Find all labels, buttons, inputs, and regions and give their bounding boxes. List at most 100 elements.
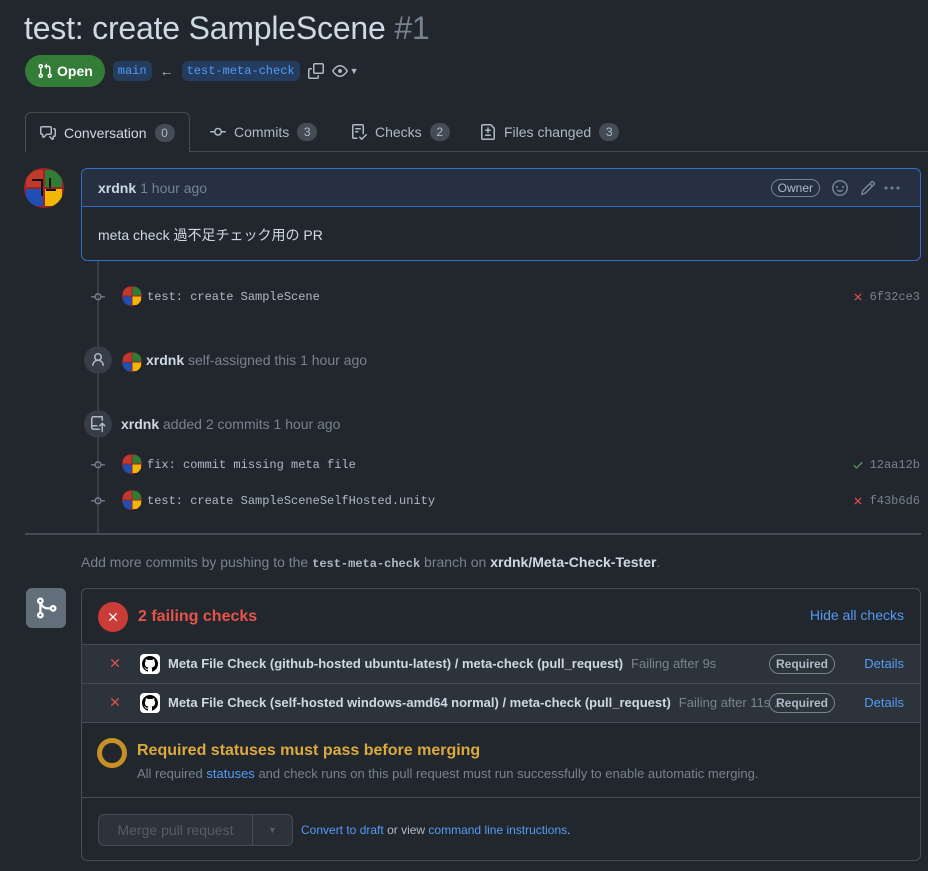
event-actor[interactable]: xrdnk — [121, 416, 159, 432]
push-hint: Add more commits by pushing to the test-… — [81, 554, 660, 571]
hint-branch: test-meta-check — [312, 557, 421, 571]
commit-sha-row: 6f32ce3 — [852, 290, 920, 304]
merge-pull-request-button[interactable]: Merge pull request — [99, 815, 253, 845]
comment-discussion-icon — [40, 125, 56, 140]
merge-dropdown-button[interactable]: ▼ — [253, 815, 292, 845]
file-diff-icon — [481, 124, 495, 140]
copy-icon[interactable] — [307, 63, 324, 79]
smiley-icon[interactable] — [832, 180, 848, 199]
kebab-horizontal-icon[interactable] — [884, 180, 900, 199]
git-merge-icon — [37, 597, 57, 619]
required-badge: Required — [769, 654, 836, 674]
head-branch[interactable]: test-meta-check — [181, 61, 300, 81]
pending-circle-icon — [97, 738, 127, 768]
statuses-link[interactable]: statuses — [206, 766, 254, 781]
hint-prefix: Add more commits by pushing to the — [81, 554, 309, 570]
merge-button-group: Merge pull request ▼ — [98, 814, 293, 846]
comment-box: xrdnk 1 hour ago Owner meta check 過不足チェッ… — [81, 168, 921, 261]
commit-icon — [91, 461, 105, 469]
checks-summary: 2 failing checks Hide all checks — [82, 589, 920, 645]
state-label: Open — [57, 63, 93, 79]
commit-icon — [91, 293, 105, 301]
tab-counter: 3 — [297, 123, 318, 141]
person-badge — [84, 346, 112, 374]
commit-sha[interactable]: 12aa12b — [870, 458, 920, 472]
hint-middle: branch on — [424, 554, 487, 570]
timeline-divider — [25, 533, 921, 535]
comment-body: meta check 過不足チェック用の PR — [98, 227, 323, 243]
chevron-down-icon: ▼ — [349, 66, 359, 76]
commit-sha-row: f43b6d6 — [852, 494, 920, 508]
check-row: Meta File Check (github-hosted ubuntu-la… — [82, 645, 920, 684]
github-logo-icon — [140, 654, 160, 674]
event-actor[interactable]: xrdnk — [146, 352, 184, 368]
commit-sha[interactable]: 6f32ce3 — [870, 290, 920, 304]
added-commits-event: xrdnk added 2 commits 1 hour ago — [121, 416, 340, 432]
check-status: Failing after 9s — [631, 656, 717, 671]
x-icon[interactable] — [852, 495, 864, 507]
tab-counter: 3 — [599, 123, 620, 141]
x-icon[interactable] — [852, 291, 864, 303]
fail-circle-icon — [98, 601, 128, 632]
tab-label: Commits — [234, 124, 290, 140]
merge-box: 2 failing checks Hide all checks Meta Fi… — [81, 588, 921, 861]
commit-message[interactable]: test: create SampleScene — [147, 290, 320, 304]
commit-avatar[interactable] — [122, 286, 142, 306]
commit-avatar[interactable] — [122, 454, 142, 474]
failing-checks-label: 2 failing checks — [138, 607, 258, 625]
avatar[interactable] — [24, 168, 64, 208]
commit-sha[interactable]: f43b6d6 — [870, 494, 920, 508]
x-icon — [111, 698, 119, 706]
command-line-link[interactable]: command line instructions — [428, 823, 567, 837]
repo-push-badge — [84, 410, 112, 438]
check-name[interactable]: Meta File Check (github-hosted ubuntu-la… — [168, 656, 716, 671]
pull-request-icon — [38, 63, 53, 79]
details-link[interactable]: Details — [864, 695, 904, 710]
base-branch[interactable]: main — [112, 61, 152, 81]
github-logo-icon — [140, 693, 160, 713]
event-text: self-assigned this 1 hour ago — [188, 352, 368, 368]
required-sub-prefix: All required — [137, 766, 203, 781]
tab-label: Conversation — [64, 124, 147, 141]
required-badge: Required — [769, 693, 836, 713]
triangle-down-icon: ▼ — [268, 825, 277, 835]
required-title: Required statuses must pass before mergi… — [137, 742, 481, 759]
tab-conversation[interactable]: Conversation 0 — [25, 112, 190, 153]
commit-avatar[interactable] — [122, 490, 142, 510]
person-icon — [92, 353, 104, 367]
commit-message[interactable]: test: create SampleSceneSelfHosted.unity — [147, 494, 435, 508]
eye-icon[interactable]: ▼ — [331, 63, 359, 79]
hide-all-checks-link[interactable]: Hide all checks — [810, 607, 904, 623]
convert-to-draft-link[interactable]: Convert to draft — [301, 823, 384, 837]
merge-alt-end: . — [567, 823, 571, 837]
owner-badge: Owner — [770, 179, 820, 197]
hint-repo[interactable]: xrdnk/Meta-Check-Tester — [490, 554, 656, 570]
comment-time[interactable]: 1 hour ago — [140, 180, 207, 196]
commit-sha-row: 12aa12b — [852, 458, 920, 472]
repo-push-icon — [91, 416, 106, 432]
avatar[interactable] — [122, 352, 142, 372]
hint-suffix: . — [656, 554, 661, 570]
check-title: Meta File Check (self-hosted windows-amd… — [168, 695, 671, 710]
merge-status-badge — [26, 588, 66, 628]
check-title: Meta File Check (github-hosted ubuntu-la… — [168, 656, 624, 671]
pr-meta-row: Open main ← test-meta-check ▼ — [25, 55, 359, 87]
pr-tabs: Conversation 0 Commits 3 Checks 2 Files … — [25, 112, 928, 153]
comment-author[interactable]: xrdnk — [98, 180, 136, 196]
commit-message[interactable]: fix: commit missing meta file — [147, 458, 356, 472]
required-sub-suffix: and check runs on this pull request must… — [258, 766, 759, 781]
tab-files-changed[interactable]: Files changed 3 — [466, 112, 633, 152]
state-badge: Open — [25, 55, 105, 87]
assign-event: xrdnk self-assigned this 1 hour ago — [146, 352, 367, 368]
tab-label: Files changed — [504, 124, 592, 140]
tab-counter: 2 — [429, 123, 450, 141]
tab-commits[interactable]: Commits 3 — [196, 112, 331, 152]
tab-label: Checks — [375, 124, 422, 140]
required-statuses-section: Required statuses must pass before mergi… — [82, 723, 920, 798]
details-link[interactable]: Details — [864, 656, 904, 671]
or-view-text: or view — [387, 823, 426, 837]
check-name[interactable]: Meta File Check (self-hosted windows-amd… — [168, 695, 785, 710]
tab-checks[interactable]: Checks 2 — [337, 112, 464, 152]
check-icon[interactable] — [852, 459, 864, 471]
pencil-icon[interactable] — [860, 180, 876, 199]
